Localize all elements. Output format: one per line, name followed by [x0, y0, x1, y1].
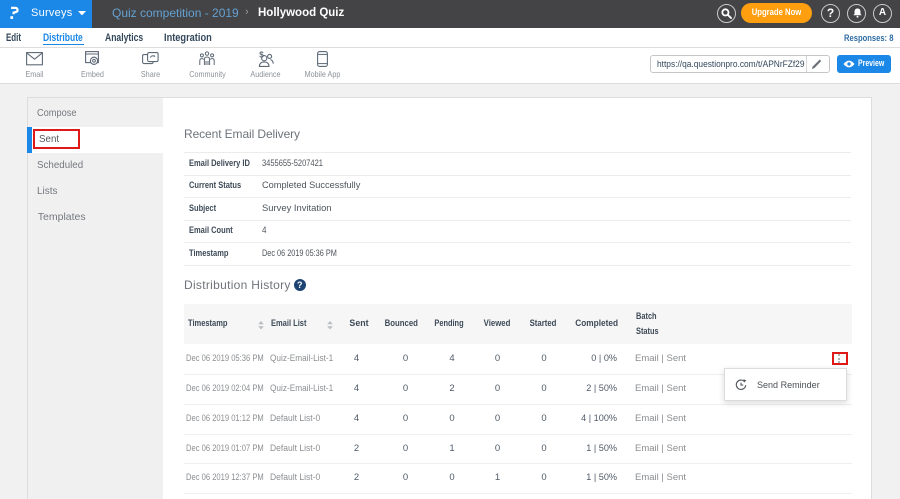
svg-text:$: $ [259, 51, 264, 59]
